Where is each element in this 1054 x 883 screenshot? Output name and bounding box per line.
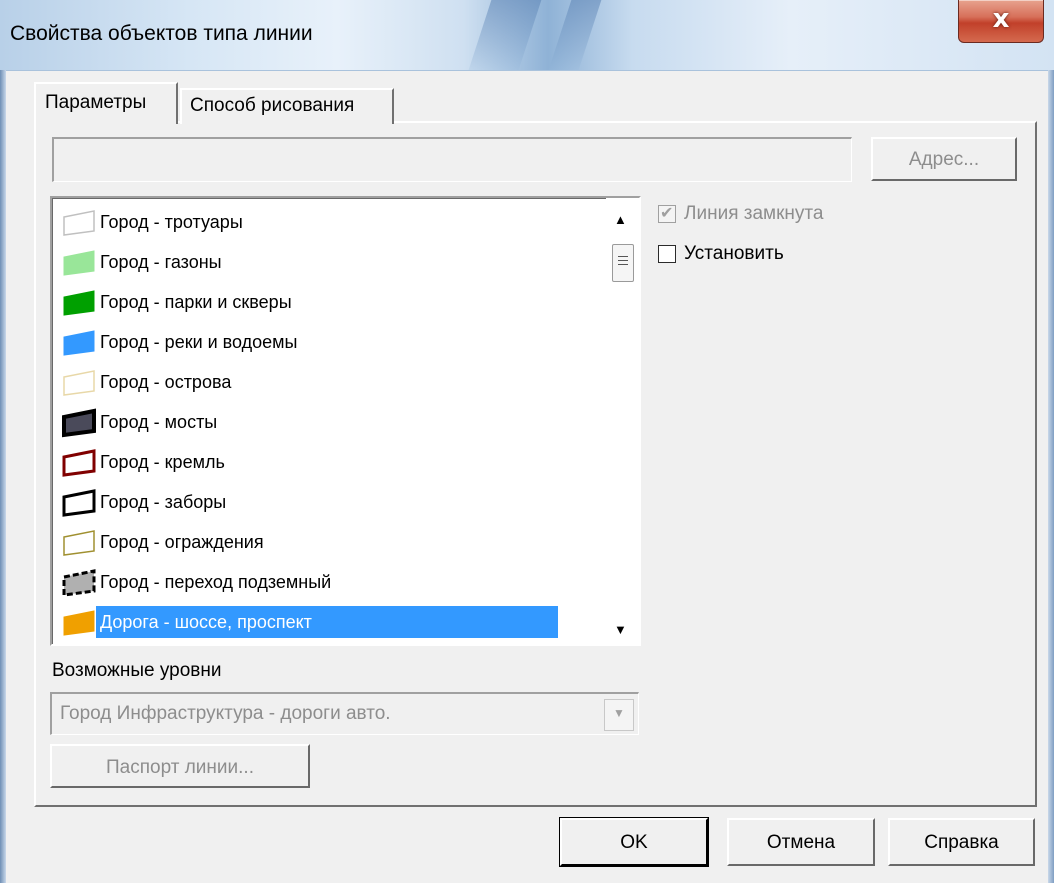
list-item[interactable]: Город - острова xyxy=(52,362,602,402)
set-label: Установить xyxy=(684,243,784,264)
levels-select[interactable]: Город Инфраструктура - дороги авто. ▼ xyxy=(50,692,639,735)
address-button[interactable]: Адрес... xyxy=(871,137,1017,181)
filled-parallelogram-icon xyxy=(63,610,95,636)
tab-drawing-method[interactable]: Способ рисования xyxy=(180,88,394,124)
list-item-label: Город - парки и скверы xyxy=(100,292,292,312)
list-item-label: Город - тротуары xyxy=(100,212,243,232)
outline-parallelogram-icon xyxy=(63,370,95,396)
outline-parallelogram-icon xyxy=(63,530,95,556)
scroll-down-icon[interactable]: ▼ xyxy=(614,622,627,637)
cancel-button-label: Отмена xyxy=(766,832,836,853)
list-item[interactable]: Город - газоны xyxy=(52,242,602,282)
levels-select-value: Город Инфраструктура - дороги авто. xyxy=(60,703,391,724)
help-button[interactable]: Справка xyxy=(888,818,1035,866)
list-item-label: Город - реки и водоемы xyxy=(100,332,298,352)
list-item[interactable]: Город - переход подземный xyxy=(52,562,602,602)
close-button[interactable]: x xyxy=(958,0,1044,43)
window-frame-right xyxy=(1048,70,1054,883)
set-checkbox[interactable] xyxy=(658,245,676,263)
list-item[interactable]: Город - заборы xyxy=(52,482,602,522)
dashed-parallelogram-icon xyxy=(62,569,96,597)
window-frame-left xyxy=(0,70,6,883)
bordered-parallelogram-icon xyxy=(62,408,96,438)
tab-parameters[interactable]: Параметры xyxy=(34,82,178,124)
checkmark-icon: ✔ xyxy=(660,203,674,222)
title-bar-decoration xyxy=(468,0,542,70)
filled-parallelogram-icon xyxy=(63,250,95,276)
list-scrollbar[interactable]: ▲ ▼ xyxy=(606,198,639,644)
list-item[interactable]: Город - тротуары xyxy=(52,202,602,242)
tab-drawing-method-label: Способ рисования xyxy=(190,95,355,116)
title-bar[interactable]: Свойства объектов типа линии x xyxy=(0,0,1054,71)
address-button-label: Адрес... xyxy=(908,149,980,170)
list-item[interactable]: Дорога - шоссе, проспект xyxy=(52,602,602,642)
list-item-label: Город - ограждения xyxy=(100,532,264,552)
help-button-label: Справка xyxy=(924,832,999,853)
scroll-up-icon[interactable]: ▲ xyxy=(614,212,627,227)
list-item[interactable]: Город - ограждения xyxy=(52,522,602,562)
scroll-thumb[interactable] xyxy=(612,244,634,282)
filled-parallelogram-icon xyxy=(63,290,95,316)
ok-button[interactable]: OK xyxy=(559,817,709,867)
list-item[interactable]: Город - реки и водоемы xyxy=(52,322,602,362)
outline-parallelogram-icon xyxy=(62,449,96,477)
object-type-list[interactable]: Город - тротуары Город - газоны Город - па… xyxy=(50,196,641,646)
list-item-label: Город - кремль xyxy=(100,452,225,472)
list-item-label: Город - газоны xyxy=(100,252,222,272)
line-closed-label: Линия замкнута xyxy=(684,203,824,224)
list-item-label: Город - мосты xyxy=(100,412,218,432)
list-item[interactable]: Город - кремль xyxy=(52,442,602,482)
address-field xyxy=(52,137,852,182)
dialog-window: Свойства объектов типа линии x Параметры… xyxy=(0,0,1054,883)
list-item[interactable]: Город - мосты xyxy=(52,402,602,442)
list-item-label: Дорога - шоссе, проспект xyxy=(96,606,558,638)
chevron-down-icon: ▼ xyxy=(613,706,625,720)
line-passport-button-label: Паспорт линии... xyxy=(106,757,254,778)
outline-parallelogram-icon xyxy=(62,489,96,517)
tab-parameters-label: Параметры xyxy=(45,92,147,113)
cancel-button[interactable]: Отмена xyxy=(727,818,875,866)
filled-parallelogram-icon xyxy=(63,330,95,356)
levels-label: Возможные уровни xyxy=(52,660,222,681)
list-item-label: Город - острова xyxy=(100,372,232,392)
outline-parallelogram-icon xyxy=(63,210,95,236)
window-title: Свойства объектов типа линии xyxy=(10,22,313,45)
close-icon: x xyxy=(992,4,1010,34)
line-passport-button[interactable]: Паспорт линии... xyxy=(50,744,310,788)
list-item-label: Город - переход подземный xyxy=(100,572,332,592)
list-item-label: Город - заборы xyxy=(100,492,227,512)
list-item[interactable]: Город - парки и скверы xyxy=(52,282,602,322)
levels-dropdown-button[interactable]: ▼ xyxy=(604,699,634,731)
ok-button-label: OK xyxy=(620,832,648,853)
line-closed-checkbox[interactable]: ✔ xyxy=(658,203,676,223)
title-bar-decoration xyxy=(548,0,602,70)
